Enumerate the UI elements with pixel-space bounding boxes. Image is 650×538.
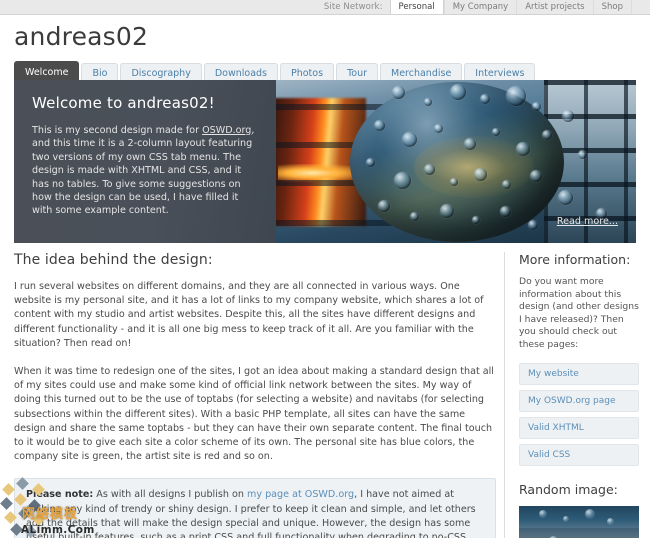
sidebar-link-my-website[interactable]: My website <box>519 362 639 385</box>
sidebar-heading-more-information: More information: <box>519 252 631 267</box>
hero-text-part-1: This is my second design made for <box>32 125 203 136</box>
water-drop <box>474 168 487 181</box>
oswd-page-link[interactable]: my page at OSWD.org <box>247 489 354 500</box>
sidebar-link-valid-css[interactable]: Valid CSS <box>519 443 639 466</box>
water-drop <box>558 190 573 205</box>
water-drop <box>562 110 574 122</box>
hero-heading: Welcome to andreas02! <box>32 94 215 112</box>
site-network-bar: Site Network: Personal My Company Artist… <box>0 0 650 15</box>
water-drop <box>528 220 538 230</box>
topbar-tab-my-company[interactable]: My Company <box>443 0 517 14</box>
water-drop <box>480 94 490 104</box>
page-title: The idea behind the design: <box>14 252 213 268</box>
hero-text-part-2: , and this time it is a 2-column layout … <box>32 125 255 217</box>
main-content: The idea behind the design: I run severa… <box>14 252 496 538</box>
water-drop <box>492 128 500 136</box>
water-drop <box>578 150 587 159</box>
sidebar-intro-text: Do you want more information about this … <box>519 276 639 350</box>
water-drop <box>440 204 454 218</box>
watermark-diamond <box>0 497 13 510</box>
thumbnail-water-drop <box>585 508 595 519</box>
water-drop <box>450 84 466 100</box>
please-note-text-1: As with all designs I publish on <box>93 489 248 501</box>
water-drop <box>394 172 411 189</box>
water-drop <box>516 142 530 156</box>
sidebar-heading-random-image: Random image: <box>519 481 618 497</box>
random-image-thumbnail[interactable] <box>519 505 639 538</box>
water-drop <box>374 120 385 131</box>
please-note-label: Please note: <box>26 489 94 501</box>
hero-banner: Welcome to andreas02! This is my second … <box>14 80 636 243</box>
topbar-tab-shop[interactable]: Shop <box>592 0 632 14</box>
water-drop <box>402 132 417 147</box>
column-divider <box>504 252 505 538</box>
thumbnail-water-drop <box>539 509 547 518</box>
hero-oswd-link[interactable]: OSWD.org <box>202 125 251 136</box>
water-drop <box>506 86 526 106</box>
water-drop <box>410 212 419 221</box>
water-drop <box>530 170 542 182</box>
sidebar-link-my-oswd-page[interactable]: My OSWD.org page <box>519 389 639 412</box>
site-title: andreas02 <box>14 22 149 51</box>
water-drop <box>500 206 511 217</box>
main-paragraph-2: When it was time to redesign one of the … <box>14 366 494 463</box>
water-drop <box>472 216 480 224</box>
water-drop <box>450 178 458 186</box>
water-drop <box>424 98 432 106</box>
hero-text-panel: Welcome to andreas02! This is my second … <box>14 80 276 243</box>
sidebar-link-valid-xhtml[interactable]: Valid XHTML <box>519 416 639 439</box>
water-drop <box>392 86 405 99</box>
water-drop <box>424 164 435 175</box>
watermark-diamond <box>2 483 15 496</box>
thumbnail-water-drop <box>563 515 569 522</box>
read-more-link[interactable]: Read more... <box>557 216 618 227</box>
page-root: Site Network: Personal My Company Artist… <box>0 0 650 538</box>
photo-bar-4 <box>274 220 394 226</box>
thumbnail-sky-band <box>519 505 639 528</box>
please-note-box: Please note: As with all designs I publi… <box>14 478 496 538</box>
hero-paragraph: This is my second design made for OSWD.o… <box>32 124 260 218</box>
water-drop <box>378 200 390 212</box>
water-drop <box>532 102 541 111</box>
water-drop <box>502 180 511 189</box>
water-drop <box>464 138 476 150</box>
topbar-tab-artist-projects[interactable]: Artist projects <box>516 0 593 14</box>
water-drop <box>366 158 375 167</box>
sidebar: More information: Do you want more infor… <box>519 252 639 538</box>
thumbnail-water-drop <box>607 517 614 525</box>
water-drop <box>542 130 552 140</box>
topbar-tab-personal[interactable]: Personal <box>389 0 444 14</box>
site-network-label: Site Network: <box>323 2 383 12</box>
water-drop <box>434 124 443 133</box>
main-paragraph-1: I run several websites on different doma… <box>14 281 484 349</box>
